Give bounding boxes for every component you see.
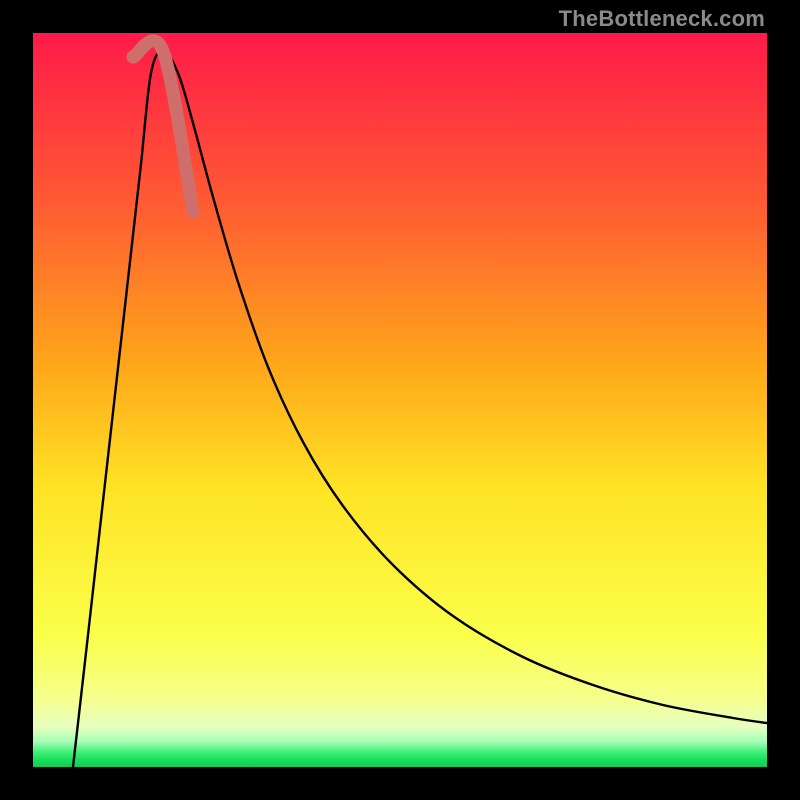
chart-frame: TheBottleneck.com (0, 0, 800, 800)
watermark-text: TheBottleneck.com (559, 6, 765, 32)
plot-area (33, 33, 767, 767)
highlight-segment (133, 41, 193, 212)
curve-line (73, 51, 767, 767)
bottleneck-curve (33, 33, 767, 767)
